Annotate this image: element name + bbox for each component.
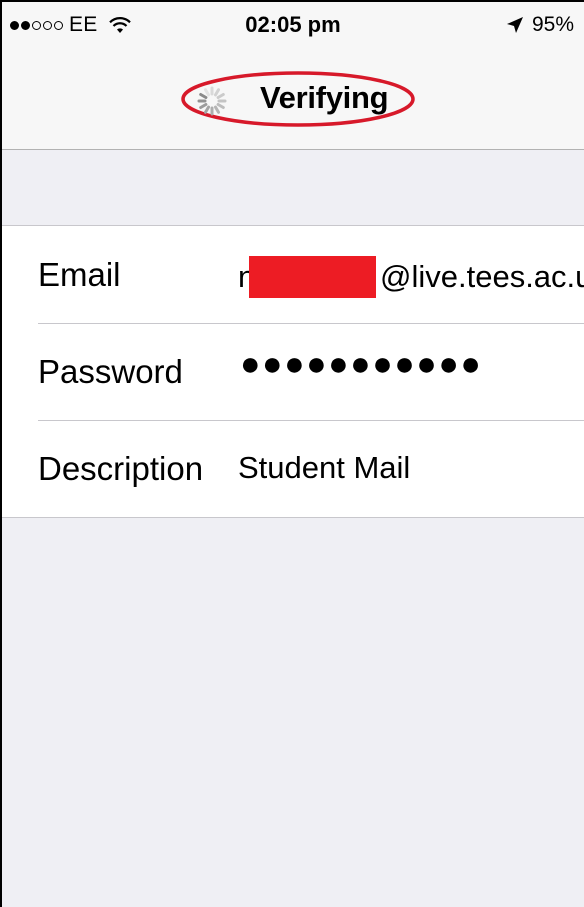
nav-title: Verifying bbox=[260, 80, 389, 115]
navigation-bar: EE 02:05 pm 95% Verifying bbox=[2, 2, 584, 150]
password-label: Password bbox=[38, 353, 183, 390]
account-form: Email n @live.tees.ac.u Password ●●●●●●●… bbox=[2, 225, 584, 518]
status-bar: EE 02:05 pm 95% bbox=[2, 2, 584, 46]
battery-percent: 95% bbox=[531, 13, 574, 36]
description-row[interactable]: Description Student Mail bbox=[2, 420, 584, 517]
email-field[interactable]: n @live.tees.ac.u bbox=[238, 256, 584, 298]
nav-title-area: Verifying bbox=[2, 70, 584, 127]
redaction-block bbox=[249, 256, 376, 298]
email-value-suffix: @live.tees.ac.u bbox=[380, 259, 584, 294]
description-field[interactable]: Student Mail bbox=[238, 450, 410, 486]
screen: EE 02:05 pm 95% Verifying Email @live.te… bbox=[0, 0, 584, 907]
email-label: Email bbox=[38, 256, 121, 293]
status-right: 95% bbox=[506, 13, 574, 37]
description-label: Description bbox=[38, 450, 204, 487]
spinner-icon bbox=[197, 86, 227, 116]
email-value-prefix: n bbox=[238, 259, 249, 295]
status-time: 02:05 pm bbox=[245, 12, 341, 37]
password-row[interactable]: Password ●●●●●●●●●●● bbox=[2, 323, 584, 420]
email-row[interactable]: Email n @live.tees.ac.u bbox=[2, 226, 584, 323]
password-field[interactable]: ●●●●●●●●●●● bbox=[240, 345, 482, 384]
location-arrow-icon bbox=[506, 17, 523, 33]
